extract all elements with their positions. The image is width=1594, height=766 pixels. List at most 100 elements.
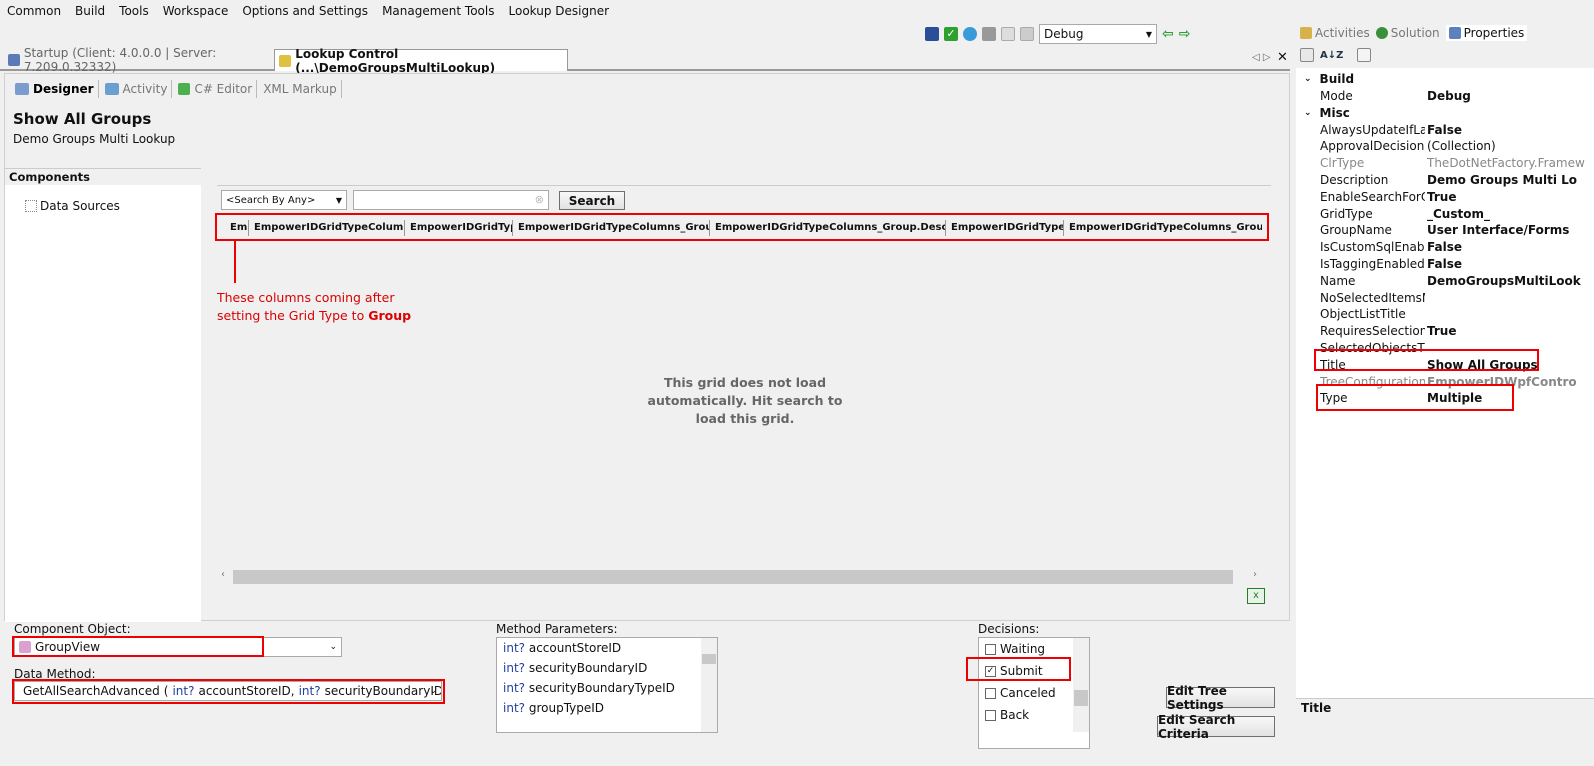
decisions-list[interactable]: Waiting ✓ Submit Canceled Back — [978, 637, 1090, 749]
property-row[interactable]: AlwaysUpdateIfLa False — [1296, 121, 1594, 138]
property-pages-icon[interactable] — [1357, 48, 1372, 62]
stop-icon[interactable] — [982, 27, 996, 41]
column-header[interactable]: EmpowerIDGridTypeC — [946, 220, 1064, 236]
checkbox-icon[interactable] — [985, 688, 996, 699]
run-icon[interactable] — [963, 27, 977, 41]
data-method-select[interactable]: GetAllSearchAdvanced(int? accountStoreID,… — [14, 681, 442, 701]
property-value[interactable]: False — [1427, 257, 1594, 271]
property-row[interactable]: Type Multiple — [1296, 390, 1594, 407]
scroll-left-icon[interactable]: ‹ — [221, 569, 225, 580]
vertical-scrollbar[interactable] — [1073, 638, 1089, 732]
search-button[interactable]: Search — [559, 191, 625, 210]
scroll-thumb[interactable] — [1074, 690, 1088, 706]
tab-scroll-icon[interactable]: ◁ ▷ — [1252, 52, 1271, 63]
tab-csharp-editor[interactable]: C# Editor — [174, 80, 258, 98]
tab-startup[interactable]: Startup (Client: 4.0.0.0 | Server: 7.209… — [4, 46, 272, 74]
tab-solution[interactable]: Solution — [1375, 26, 1440, 40]
scroll-right-icon[interactable]: › — [1253, 569, 1257, 580]
property-value[interactable]: Debug — [1427, 89, 1594, 103]
collapse-icon[interactable]: ⌄ — [1304, 108, 1312, 118]
collapse-icon[interactable]: ⌄ — [1304, 74, 1312, 84]
property-value[interactable]: _Custom_ — [1427, 207, 1594, 221]
property-value[interactable]: Multiple — [1427, 391, 1594, 405]
sort-alpha-icon[interactable]: A↓Z — [1320, 50, 1343, 61]
column-header[interactable]: EmpowerIDGridTypeColumns_Group.Er — [1064, 220, 1262, 236]
save-icon[interactable] — [925, 27, 939, 41]
property-value[interactable]: TheDotNetFactory.Framew — [1427, 156, 1594, 170]
column-header[interactable]: Em — [225, 220, 249, 236]
tab-activity[interactable]: Activity — [101, 80, 173, 98]
category-build[interactable]: ⌄ Build — [1296, 70, 1594, 87]
property-value[interactable]: Demo Groups Multi Lo — [1427, 173, 1594, 187]
method-params-list[interactable]: int? accountStoreID int? securityBoundar… — [496, 637, 718, 733]
print-icon[interactable] — [1020, 27, 1034, 41]
property-row[interactable]: GroupName User Interface/Forms — [1296, 222, 1594, 239]
property-row[interactable]: Name DemoGroupsMultiLook — [1296, 272, 1594, 289]
horizontal-scrollbar[interactable]: ‹ › — [219, 568, 1259, 585]
property-value[interactable]: Show All Groups — [1427, 358, 1594, 372]
checkbox-icon[interactable] — [985, 644, 996, 655]
arrow-right-icon[interactable]: ⇨ — [1179, 26, 1191, 42]
category-misc[interactable]: ⌄ Misc — [1296, 104, 1594, 121]
check-icon[interactable]: ✓ — [944, 27, 958, 41]
property-value[interactable]: False — [1427, 240, 1594, 254]
property-row[interactable]: ClrType TheDotNetFactory.Framew — [1296, 155, 1594, 172]
list-item[interactable]: int? securityBoundaryTypeID — [497, 678, 717, 698]
tab-designer[interactable]: Designer — [11, 80, 99, 98]
property-value[interactable]: False — [1427, 123, 1594, 137]
arrow-left-icon[interactable]: ⇦ — [1162, 26, 1174, 42]
property-row[interactable]: Description Demo Groups Multi Lo — [1296, 171, 1594, 188]
property-row[interactable]: GridType _Custom_ — [1296, 205, 1594, 222]
build-config-select[interactable]: Debug ▼ — [1039, 24, 1157, 44]
menu-tools[interactable]: Tools — [112, 4, 156, 18]
column-header[interactable]: EmpowerIDGridTypeColumns_ — [249, 220, 405, 236]
property-row[interactable]: IsCustomSqlEnabl False — [1296, 239, 1594, 256]
property-value[interactable]: User Interface/Forms — [1427, 223, 1594, 237]
page-icon[interactable] — [1001, 27, 1015, 41]
property-row[interactable]: NoSelectedItemsM — [1296, 289, 1594, 306]
property-row[interactable]: IsTaggingEnabled False — [1296, 255, 1594, 272]
property-row[interactable]: TreeConfiguration EmpowerIDWpfContro — [1296, 373, 1594, 390]
list-item[interactable]: int? securityBoundaryID — [497, 658, 717, 678]
list-item[interactable]: int? groupTypeID — [497, 698, 717, 718]
search-filter-select[interactable]: <Search By Any> ▼ — [221, 190, 347, 210]
vertical-scrollbar[interactable] — [701, 638, 717, 732]
property-row[interactable]: ApprovalDecisions (Collection) — [1296, 138, 1594, 155]
scroll-thumb[interactable] — [233, 570, 1233, 584]
tab-lookup-control[interactable]: Lookup Control (...\DemoGroupsMultiLooku… — [274, 47, 568, 75]
property-value[interactable]: (Collection) — [1427, 139, 1594, 153]
edit-tree-settings-button[interactable]: Edit Tree Settings — [1166, 684, 1275, 712]
component-object-select[interactable]: GroupView ⌄ — [14, 637, 342, 657]
menu-management-tools[interactable]: Management Tools — [375, 4, 501, 18]
property-value[interactable]: EmpowerIDWpfContro — [1427, 375, 1594, 389]
property-row[interactable]: EnableSearchForO True — [1296, 188, 1594, 205]
menu-lookup-designer[interactable]: Lookup Designer — [502, 4, 617, 18]
property-row[interactable]: RequiresSelection True — [1296, 323, 1594, 340]
property-value[interactable]: True — [1427, 324, 1594, 338]
menu-build[interactable]: Build — [68, 4, 112, 18]
column-header[interactable]: EmpowerIDGridTyp — [405, 220, 513, 236]
menu-workspace[interactable]: Workspace — [156, 4, 236, 18]
column-header[interactable]: EmpowerIDGridTypeColumns_Group.Fr — [513, 220, 710, 236]
menu-common[interactable]: Common — [0, 4, 68, 18]
menu-options[interactable]: Options and Settings — [235, 4, 375, 18]
search-input[interactable]: ⊗ — [353, 190, 549, 210]
tab-properties[interactable]: Properties — [1445, 25, 1528, 41]
property-value[interactable]: True — [1427, 190, 1594, 204]
property-row[interactable]: ObjectListTitle — [1296, 306, 1594, 323]
tab-xml-markup[interactable]: XML Markup — [259, 80, 342, 98]
tree-item-data-sources[interactable]: Data Sources — [25, 199, 201, 213]
clear-icon[interactable]: ⊗ — [535, 193, 544, 206]
column-header[interactable]: EmpowerIDGridTypeColumns_Group.Descripti… — [710, 220, 946, 236]
property-row[interactable]: SelectedObjectsTi — [1296, 339, 1594, 356]
categorized-icon[interactable] — [1300, 48, 1314, 62]
property-value[interactable]: DemoGroupsMultiLook — [1427, 274, 1594, 288]
close-icon[interactable]: ✕ — [1277, 50, 1288, 65]
tab-activities[interactable]: Activities — [1300, 26, 1370, 40]
checkbox-icon[interactable] — [985, 710, 996, 721]
property-row[interactable]: Title Show All Groups — [1296, 356, 1594, 373]
checkbox-checked-icon[interactable]: ✓ — [985, 666, 996, 677]
property-row[interactable]: Mode Debug — [1296, 87, 1594, 104]
list-item[interactable]: int? accountStoreID — [497, 638, 717, 658]
scroll-thumb[interactable] — [702, 654, 716, 664]
